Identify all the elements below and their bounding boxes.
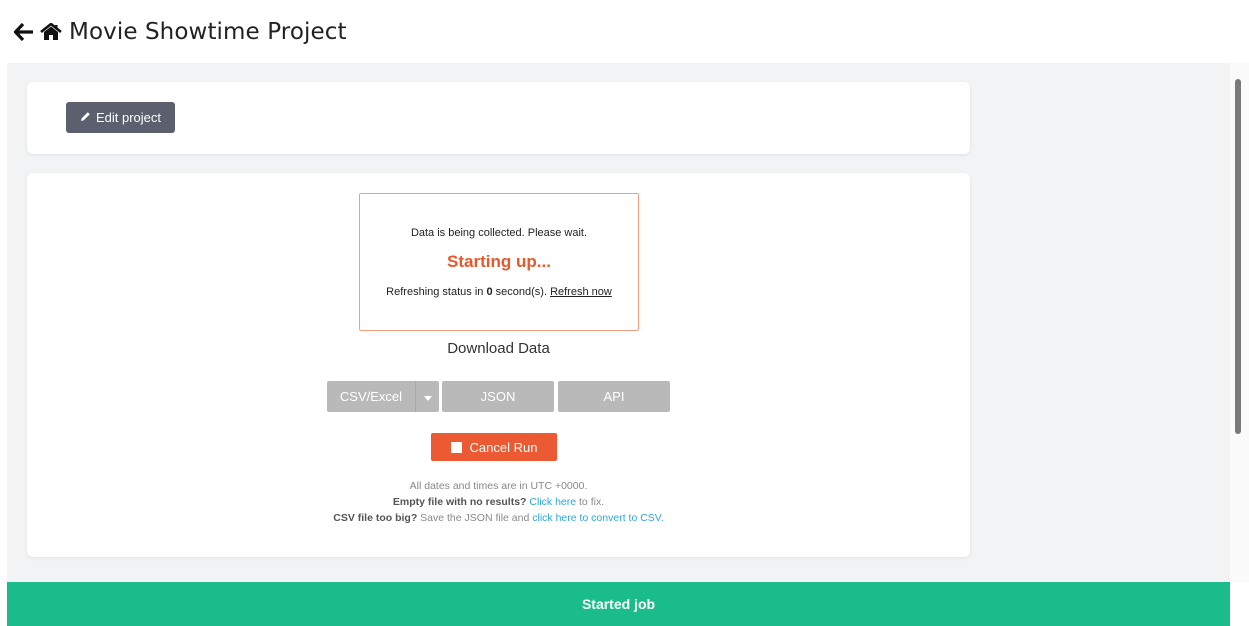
refresh-suffix: second(s). xyxy=(495,286,547,298)
pencil-icon xyxy=(80,110,91,125)
csv-too-big-text: Save the JSON file and xyxy=(420,512,530,524)
page-header: Movie Showtime Project xyxy=(0,0,1230,63)
run-status-card: Data is being collected. Please wait. St… xyxy=(27,173,970,557)
status-state: Starting up... xyxy=(447,252,551,271)
project-toolbar-card: Edit project xyxy=(27,82,970,154)
csv-too-big-note: CSV file too big? Save the JSON file and… xyxy=(27,510,970,526)
arrow-left-icon[interactable] xyxy=(12,20,36,44)
vertical-scrollbar[interactable] xyxy=(1230,63,1249,582)
csv-too-big-question: CSV file too big? xyxy=(333,512,418,524)
home-icon[interactable] xyxy=(39,20,63,44)
csv-dropdown-toggle[interactable] xyxy=(415,381,439,412)
edit-project-label: Edit project xyxy=(95,110,162,125)
download-button-group: CSV/Excel JSON API xyxy=(327,381,670,412)
cancel-run-label: Cancel Run xyxy=(469,439,538,455)
refresh-seconds: 0 xyxy=(486,286,493,298)
timezone-note: All dates and times are in UTC +0000. xyxy=(409,480,588,492)
stop-icon xyxy=(450,441,462,453)
toast-message: Started job xyxy=(581,596,656,612)
empty-file-note: Empty file with no results? Click here t… xyxy=(27,494,970,510)
download-notes: All dates and times are in UTC +0000. Em… xyxy=(27,478,970,526)
download-title: Download Data xyxy=(447,340,550,357)
main-content: Edit project Data is being collected. Pl… xyxy=(7,63,1230,582)
refresh-now-link[interactable]: Refresh now xyxy=(550,286,612,298)
convert-to-csv-link[interactable]: click here to convert to CSV. xyxy=(532,512,664,524)
empty-file-fix-link[interactable]: Click here xyxy=(529,496,576,508)
page-title: Movie Showtime Project xyxy=(69,18,347,45)
json-button[interactable]: JSON xyxy=(442,381,554,412)
scrollbar-thumb[interactable] xyxy=(1235,79,1241,434)
csv-excel-button[interactable]: CSV/Excel xyxy=(327,381,415,412)
status-message: Data is being collected. Please wait. xyxy=(410,227,588,239)
empty-file-question: Empty file with no results? xyxy=(392,496,527,508)
status-box: Data is being collected. Please wait. St… xyxy=(359,193,639,331)
refresh-status: Refreshing status in 0 second(s). Refres… xyxy=(360,286,638,298)
status-toast: Started job xyxy=(7,582,1230,626)
cancel-run-button[interactable]: Cancel Run xyxy=(431,433,557,461)
empty-file-suffix: to fix. xyxy=(579,496,605,508)
edit-project-button[interactable]: Edit project xyxy=(66,102,175,133)
api-button[interactable]: API xyxy=(558,381,670,412)
refresh-prefix: Refreshing status in xyxy=(386,286,484,298)
caret-down-icon xyxy=(423,389,432,404)
